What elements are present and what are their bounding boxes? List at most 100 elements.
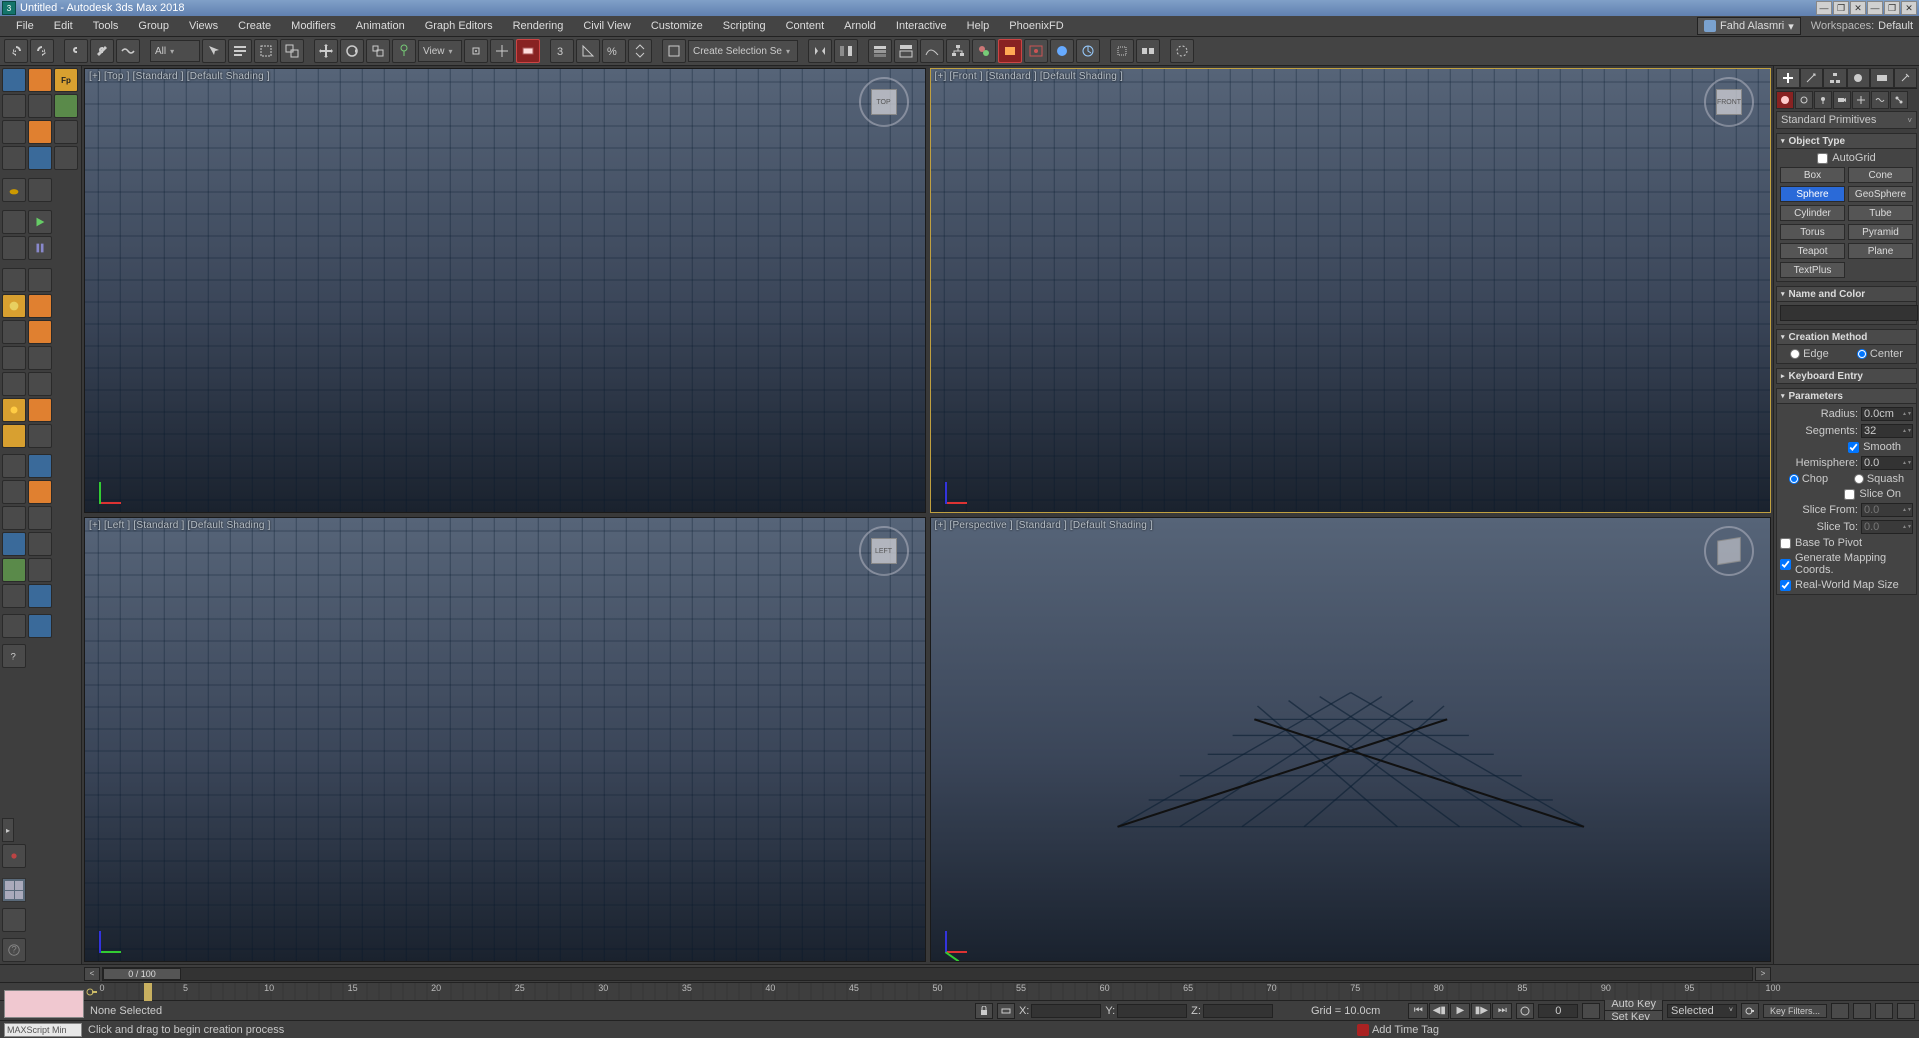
frame-icon[interactable]	[28, 614, 52, 638]
table-icon[interactable]	[2, 146, 26, 170]
next-frame-button[interactable]: ▮▶	[1471, 1003, 1491, 1019]
segments-spinner[interactable]: 32▲▼	[1861, 424, 1913, 438]
keyboard-shortcut-override-button[interactable]	[516, 39, 540, 63]
unlink-button[interactable]	[90, 39, 114, 63]
play-icon[interactable]	[28, 210, 52, 234]
goto-end-button[interactable]: ⏭	[1492, 1003, 1512, 1019]
menu-rendering[interactable]: Rendering	[503, 18, 574, 34]
selection-filter-dropdown[interactable]: All	[150, 40, 200, 62]
plant-icon[interactable]	[2, 558, 26, 582]
hemisphere-spinner[interactable]: 0.0▲▼	[1861, 456, 1913, 470]
slice-on-checkbox[interactable]	[1844, 489, 1855, 500]
grid-icon[interactable]	[28, 94, 52, 118]
fire-icon[interactable]	[28, 120, 52, 144]
smooth-checkbox[interactable]	[1848, 442, 1859, 453]
shell-icon[interactable]	[28, 532, 52, 556]
time-config-button[interactable]	[1516, 1003, 1534, 1019]
undo-button[interactable]	[4, 39, 28, 63]
particles-icon[interactable]	[2, 454, 26, 478]
teapot-icon[interactable]	[2, 178, 26, 202]
select-by-name-button[interactable]	[228, 39, 252, 63]
key-step-button[interactable]	[1582, 1003, 1600, 1019]
flame2-icon[interactable]	[28, 398, 52, 422]
time-slider-track[interactable]: 0 / 100	[102, 967, 1753, 981]
time-slider-right[interactable]: >	[1755, 967, 1771, 981]
goto-start-button[interactable]: ⏮	[1408, 1003, 1428, 1019]
object-name-input[interactable]	[1780, 305, 1918, 321]
menu-edit[interactable]: Edit	[44, 18, 83, 34]
nav-pan-button[interactable]	[1831, 1003, 1849, 1019]
maxscript-mini[interactable]: MAXScript Min	[4, 1023, 82, 1037]
cameras-subtab[interactable]	[1833, 91, 1851, 109]
viewport-persp-label[interactable]: [+] [Perspective ] [Standard ] [Default …	[935, 520, 1154, 531]
menu-file[interactable]: File	[6, 18, 44, 34]
obj-sphere[interactable]: Sphere	[1780, 186, 1845, 202]
key-filter-dropdown[interactable]: Selected	[1667, 1004, 1737, 1018]
rotate-button[interactable]	[340, 39, 364, 63]
flyout-arrow[interactable]: ▸	[2, 818, 14, 842]
motion-tab[interactable]	[1847, 68, 1871, 88]
user-account[interactable]: Fahd Alasmri ▾	[1697, 17, 1801, 35]
material-editor-button[interactable]	[972, 39, 996, 63]
wave2-icon[interactable]	[2, 584, 26, 608]
help-icon[interactable]: ?	[2, 644, 26, 668]
torus-icon[interactable]	[2, 320, 26, 344]
rollout-parameters[interactable]: Parameters	[1776, 388, 1917, 404]
current-frame[interactable]: 0	[1538, 1004, 1578, 1018]
placement-button[interactable]	[392, 39, 416, 63]
obj-geosphere[interactable]: GeoSphere	[1848, 186, 1913, 202]
hierarchy-tab[interactable]	[1823, 68, 1847, 88]
menu-views[interactable]: Views	[179, 18, 228, 34]
drop-icon[interactable]	[2, 532, 26, 556]
percent-snap-button[interactable]: %	[602, 39, 626, 63]
menu-phoenixfd[interactable]: PhoenixFD	[999, 18, 1073, 34]
list-icon[interactable]	[2, 120, 26, 144]
cup-icon[interactable]	[28, 480, 52, 504]
workspace-value[interactable]: Default	[1878, 20, 1913, 32]
small-sphere-icon[interactable]	[2, 844, 26, 868]
set-key-big-button[interactable]	[1741, 1003, 1759, 1019]
menu-group[interactable]: Group	[128, 18, 179, 34]
obj-box[interactable]: Box	[1780, 167, 1845, 183]
gear2-icon[interactable]	[28, 346, 52, 370]
flame-icon[interactable]	[28, 294, 52, 318]
speaker-icon[interactable]	[2, 210, 26, 234]
obj-cone[interactable]: Cone	[1848, 167, 1913, 183]
radio-edge[interactable]: Edge	[1790, 348, 1829, 360]
sun-icon[interactable]	[2, 398, 26, 422]
geometry-subtab[interactable]	[1776, 91, 1794, 109]
wrench-icon[interactable]	[54, 120, 78, 144]
obj-teapot[interactable]: Teapot	[1780, 243, 1845, 259]
rollout-creation-method[interactable]: Creation Method	[1776, 329, 1917, 345]
spray-icon[interactable]	[28, 558, 52, 582]
rollout-object-type[interactable]: Object Type	[1776, 133, 1917, 149]
tree-icon[interactable]	[54, 94, 78, 118]
radio-squash[interactable]: Squash	[1854, 473, 1904, 485]
ruler-canvas[interactable]: 0510152025303540455055606570758085909510…	[102, 983, 1773, 1000]
menu-tools[interactable]: Tools	[83, 18, 129, 34]
x-input[interactable]	[1031, 1004, 1101, 1018]
manipulate-button[interactable]	[490, 39, 514, 63]
menu-civilview[interactable]: Civil View	[573, 18, 640, 34]
bulb-icon[interactable]	[2, 424, 26, 448]
pause-icon[interactable]	[28, 236, 52, 260]
scale-button[interactable]	[366, 39, 390, 63]
autogrid-checkbox[interactable]	[1817, 153, 1828, 164]
pivot-center-button[interactable]	[464, 39, 488, 63]
prev-frame-button[interactable]: ◀▮	[1429, 1003, 1449, 1019]
box-tool-icon[interactable]	[2, 268, 26, 292]
obj-tube[interactable]: Tube	[1848, 205, 1913, 221]
redo-button[interactable]	[30, 39, 54, 63]
cone-icon[interactable]	[2, 372, 26, 396]
base-pivot-checkbox[interactable]	[1780, 538, 1791, 549]
cloud-icon[interactable]	[28, 424, 52, 448]
ship-icon[interactable]	[28, 584, 52, 608]
pin-icon[interactable]	[2, 480, 26, 504]
layer-explorer-button[interactable]	[868, 39, 892, 63]
lock-selection-button[interactable]	[975, 1003, 993, 1019]
snap-toggle-button[interactable]: 3	[550, 39, 574, 63]
render-iterative-button[interactable]	[1076, 39, 1100, 63]
water2-icon[interactable]	[28, 454, 52, 478]
spinner-snap-button[interactable]	[628, 39, 652, 63]
menu-create[interactable]: Create	[228, 18, 281, 34]
